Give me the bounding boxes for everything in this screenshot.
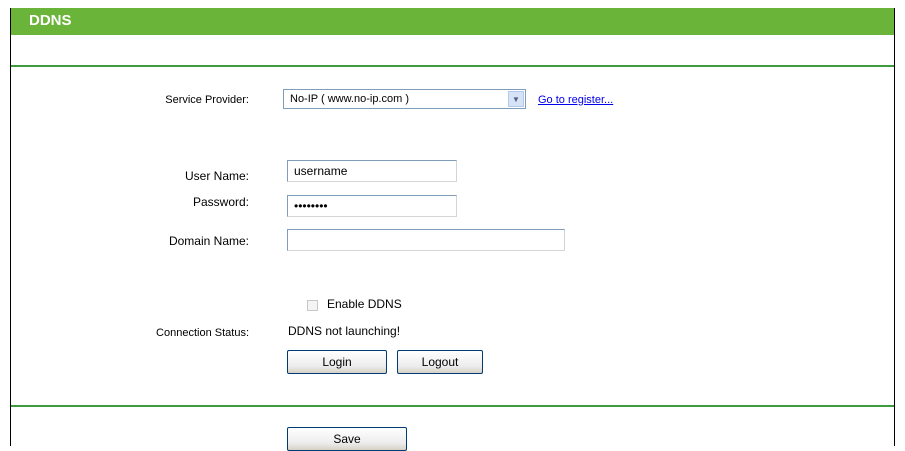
logout-button[interactable]: Logout — [397, 350, 483, 374]
page-title: DDNS — [29, 12, 72, 29]
connection-status-value: DDNS not launching! — [288, 324, 401, 338]
ddns-panel: DDNS Service Provider: No-IP ( www.no-ip… — [10, 8, 895, 451]
username-field[interactable] — [287, 160, 457, 182]
domain-name-label: Domain Name: — [168, 234, 249, 248]
chevron-down-icon[interactable]: ▼ — [508, 91, 524, 107]
header-bar: DDNS — [11, 8, 894, 35]
service-provider-label: Service Provider: — [165, 94, 249, 106]
top-divider — [11, 65, 894, 67]
username-label: User Name: — [184, 169, 249, 183]
enable-ddns-checkbox[interactable] — [307, 300, 318, 311]
service-provider-value: No-IP ( www.no-ip.com ) — [290, 93, 409, 105]
enable-ddns-label: Enable DDNS — [327, 297, 402, 311]
password-label: Password: — [192, 195, 249, 209]
go-to-register-link[interactable]: Go to register... — [538, 94, 613, 106]
save-button[interactable]: Save — [287, 427, 407, 451]
connection-status-label: Connection Status: — [156, 327, 249, 339]
password-field[interactable] — [287, 195, 457, 217]
bottom-divider — [11, 405, 894, 407]
service-provider-select[interactable]: No-IP ( www.no-ip.com ) ▼ — [283, 89, 526, 109]
login-button[interactable]: Login — [287, 350, 387, 374]
domain-name-field[interactable] — [287, 229, 565, 251]
